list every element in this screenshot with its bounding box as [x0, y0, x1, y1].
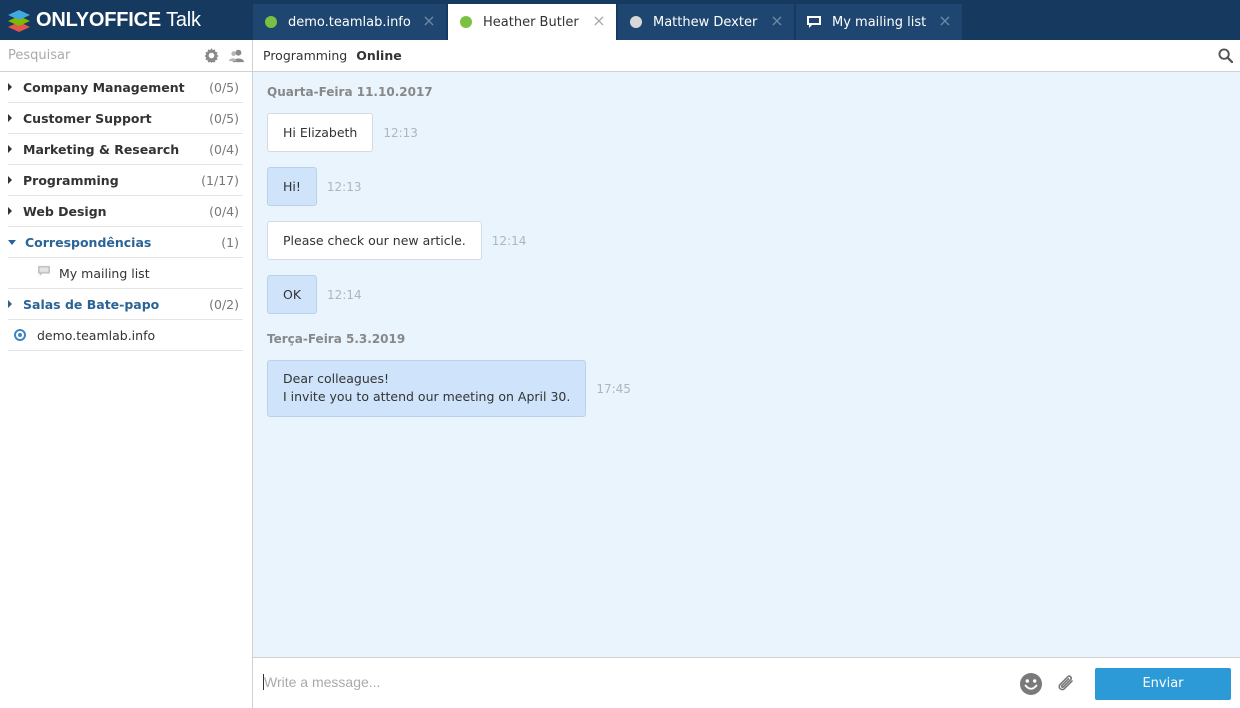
- tab-matthew-dexter[interactable]: Matthew Dexter ×: [618, 4, 794, 40]
- message-history: Quarta-Feira 11.10.2017 Hi Elizabeth 12:…: [253, 72, 1240, 658]
- message-line: I invite you to attend our meeting on Ap…: [283, 389, 571, 404]
- group-name: Salas de Bate-papo: [23, 296, 160, 312]
- expand-arrow-icon[interactable]: [8, 176, 12, 184]
- send-button[interactable]: Enviar: [1095, 668, 1231, 700]
- group-web-design[interactable]: Web Design (0/4): [8, 196, 243, 227]
- onlyoffice-logo-icon: [8, 10, 30, 32]
- tab-demo-teamlab[interactable]: demo.teamlab.info ×: [253, 4, 446, 40]
- group-count: (0/2): [209, 296, 239, 312]
- top-bar: ONLYOFFICE Talk demo.teamlab.info × Heat…: [0, 0, 1240, 40]
- group-name: Programming: [23, 172, 119, 188]
- smiley-icon[interactable]: [1019, 672, 1043, 700]
- message-row: Please check our new article. 12:14: [267, 221, 526, 260]
- conversation-group: Programming: [263, 48, 348, 63]
- users-icon[interactable]: [229, 48, 244, 67]
- contacts-sidebar: Company Management (0/5) Customer Suppor…: [0, 40, 253, 708]
- message-time: 17:45: [596, 381, 631, 396]
- tab-my-mailing-list[interactable]: My mailing list ×: [796, 4, 962, 40]
- mailing-list-icon: [37, 265, 51, 281]
- logo-brand: ONLYOFFICE: [36, 8, 162, 31]
- expand-arrow-icon[interactable]: [8, 114, 12, 122]
- outgoing-message-bubble: OK: [267, 275, 318, 314]
- tab-label: demo.teamlab.info: [288, 14, 411, 30]
- expand-arrow-icon[interactable]: [8, 145, 12, 153]
- message-composer: Enviar: [253, 657, 1240, 708]
- group-name: Correspondências: [25, 234, 152, 250]
- online-status-icon: [265, 16, 277, 28]
- tab-label: Heather Butler: [483, 14, 579, 30]
- group-programming[interactable]: Programming (1/17): [8, 165, 243, 196]
- expand-arrow-icon[interactable]: [8, 207, 12, 215]
- tab-heather-butler[interactable]: Heather Butler ×: [448, 4, 616, 40]
- message-time: 12:13: [326, 179, 362, 194]
- message-time: 12:13: [383, 125, 418, 140]
- group-count: (0/5): [209, 110, 239, 126]
- tab-label: My mailing list: [832, 14, 927, 30]
- close-icon[interactable]: ×: [770, 13, 784, 29]
- group-customer-support[interactable]: Customer Support (0/5): [8, 103, 243, 134]
- outgoing-message-bubble: Dear colleagues! I invite you to attend …: [267, 360, 587, 417]
- group-salas-de-bate-papo[interactable]: Salas de Bate-papo (0/2): [8, 289, 243, 320]
- group-count: (1/17): [201, 172, 239, 188]
- logo-product: Talk: [166, 8, 201, 31]
- mailing-list-item[interactable]: My mailing list: [8, 258, 243, 289]
- gear-icon[interactable]: [204, 48, 219, 67]
- conversation-header: Programming Online: [253, 40, 1240, 72]
- message-input[interactable]: [263, 674, 963, 690]
- contact-groups-list: Company Management (0/5) Customer Suppor…: [0, 72, 252, 351]
- server-label: demo.teamlab.info: [37, 327, 156, 343]
- incoming-message-bubble: Hi Elizabeth: [267, 113, 374, 152]
- group-name: Web Design: [23, 203, 107, 219]
- group-correspondencias[interactable]: Correspondências (1): [8, 227, 243, 258]
- expand-arrow-icon[interactable]: [8, 300, 12, 308]
- app-logo: ONLYOFFICE Talk: [0, 0, 252, 40]
- date-separator: Quarta-Feira 11.10.2017: [267, 85, 433, 99]
- message-row: OK 12:14: [267, 275, 362, 314]
- message-time: 12:14: [327, 287, 362, 302]
- group-marketing-research[interactable]: Marketing & Research (0/4): [8, 134, 243, 165]
- group-name: Customer Support: [23, 110, 152, 126]
- message-row: Hi Elizabeth 12:13: [267, 113, 418, 152]
- close-icon[interactable]: ×: [938, 13, 952, 29]
- message-row: Hi! 12:13: [267, 167, 361, 206]
- outgoing-message-bubble: Hi!: [267, 167, 317, 206]
- group-count: (0/5): [209, 79, 239, 95]
- online-status-icon: [460, 16, 472, 28]
- group-name: Company Management: [23, 79, 185, 95]
- date-separator: Terça-Feira 5.3.2019: [267, 332, 406, 346]
- tab-label: Matthew Dexter: [653, 14, 758, 30]
- paperclip-icon[interactable]: [1054, 672, 1078, 700]
- contacts-search-input[interactable]: [8, 48, 188, 63]
- expand-arrow-icon[interactable]: [8, 83, 12, 91]
- group-count: (0/4): [209, 203, 239, 219]
- message-line: Dear colleagues!: [283, 371, 389, 386]
- mailing-list-icon: [806, 15, 822, 29]
- message-row: Dear colleagues! I invite you to attend …: [267, 360, 631, 417]
- server-item[interactable]: demo.teamlab.info: [8, 320, 243, 351]
- conversation-status: Online: [356, 48, 402, 63]
- group-name: Marketing & Research: [23, 141, 180, 157]
- server-radio-icon[interactable]: [14, 329, 26, 341]
- incoming-message-bubble: Please check our new article.: [267, 221, 482, 260]
- group-company-management[interactable]: Company Management (0/5): [8, 72, 243, 103]
- sidebar-search-row: [0, 40, 252, 72]
- collapse-arrow-icon[interactable]: [8, 239, 16, 245]
- offline-status-icon: [630, 16, 642, 28]
- message-time: 12:14: [491, 233, 527, 248]
- close-icon[interactable]: ×: [592, 13, 606, 29]
- chat-panel: Programming Online Quarta-Feira 11.10.20…: [253, 40, 1240, 708]
- search-icon[interactable]: [1218, 48, 1234, 67]
- close-icon[interactable]: ×: [422, 13, 436, 29]
- group-count: (0/4): [209, 141, 239, 157]
- group-count: (1): [221, 234, 239, 250]
- mailing-list-label: My mailing list: [59, 265, 150, 281]
